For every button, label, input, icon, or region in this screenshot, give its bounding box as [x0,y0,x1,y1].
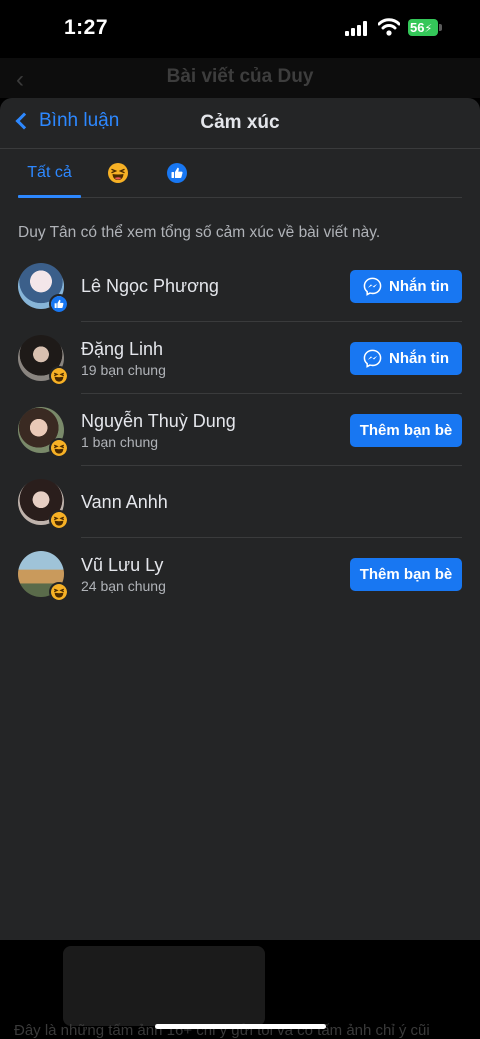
status-bar: 1:27 56⚡ [0,0,480,58]
cellular-signal-icon [345,20,371,36]
message-button[interactable]: Nhắn tin [350,342,462,375]
back-to-comments-button[interactable]: Bình luận [14,110,119,132]
battery-icon: 56⚡ [408,19,438,36]
haha-reaction-icon [49,510,69,530]
person-name[interactable]: Lê Ngọc Phương [81,276,219,297]
messenger-icon [363,349,382,368]
person-name[interactable]: Đặng Linh [81,339,163,360]
like-thumb-icon [167,163,187,183]
reaction-tabs: Tất cả [18,149,462,198]
tab-all[interactable]: Tất cả [18,149,81,198]
add-friend-button[interactable]: Thêm bạn bè [350,558,462,591]
person-name[interactable]: Vann Anhh [81,492,168,513]
sheet-header: Bình luận Cảm xúc [0,98,480,149]
person-name[interactable]: Nguyễn Thuỳ Dung [81,411,236,432]
haha-reaction-icon [49,582,69,602]
message-button[interactable]: Nhắn tin [350,270,462,303]
tab-haha[interactable] [106,149,130,197]
message-button-label: Nhắn tin [389,278,449,295]
haha-reaction-icon [49,438,69,458]
mutual-friends: 24 bạn chung [81,578,166,594]
battery-level: 56 [410,20,425,35]
status-time: 1:27 [64,16,109,39]
home-indicator[interactable] [155,1024,326,1029]
reaction-list-item[interactable]: Đặng Linh 19 bạn chung Nhắn tin [18,322,462,394]
message-button-label: Nhắn tin [389,350,449,367]
reaction-list-item[interactable]: Lê Ngọc Phương Nhắn tin [18,250,462,322]
reactions-sheet: Bình luận Cảm xúc Tất cả Duy Tân có thể … [0,98,480,940]
like-reaction-icon [49,294,69,314]
haha-reaction-icon [49,366,69,386]
reaction-list-item[interactable]: Vũ Lưu Ly 24 bạn chung Thêm bạn bè [18,538,462,610]
add-friend-button-label: Thêm bạn bè [359,422,453,439]
add-friend-button[interactable]: Thêm bạn bè [350,414,462,447]
chevron-left-icon [15,112,33,130]
active-tab-indicator [18,195,81,198]
tab-all-label: Tất cả [27,164,72,181]
wifi-icon [378,18,400,36]
battery-cap [439,24,442,31]
add-friend-button-label: Thêm bạn bè [359,566,453,583]
reaction-list-item[interactable]: Vann Anhh [18,466,462,538]
background-post-image [63,946,265,1026]
tab-like[interactable] [165,149,189,197]
messenger-icon [363,277,382,296]
back-label: Bình luận [39,110,120,131]
mutual-friends: 19 bạn chung [81,362,166,378]
haha-emoji-icon [108,163,128,183]
reaction-list-item[interactable]: Nguyễn Thuỳ Dung 1 bạn chung Thêm bạn bè [18,394,462,466]
mutual-friends: 1 bạn chung [81,434,159,450]
person-name[interactable]: Vũ Lưu Ly [81,555,163,576]
background-title: Bài viết của Duy [166,66,314,87]
reactions-info-text: Duy Tân có thể xem tổng số cảm xúc về bà… [18,224,381,241]
